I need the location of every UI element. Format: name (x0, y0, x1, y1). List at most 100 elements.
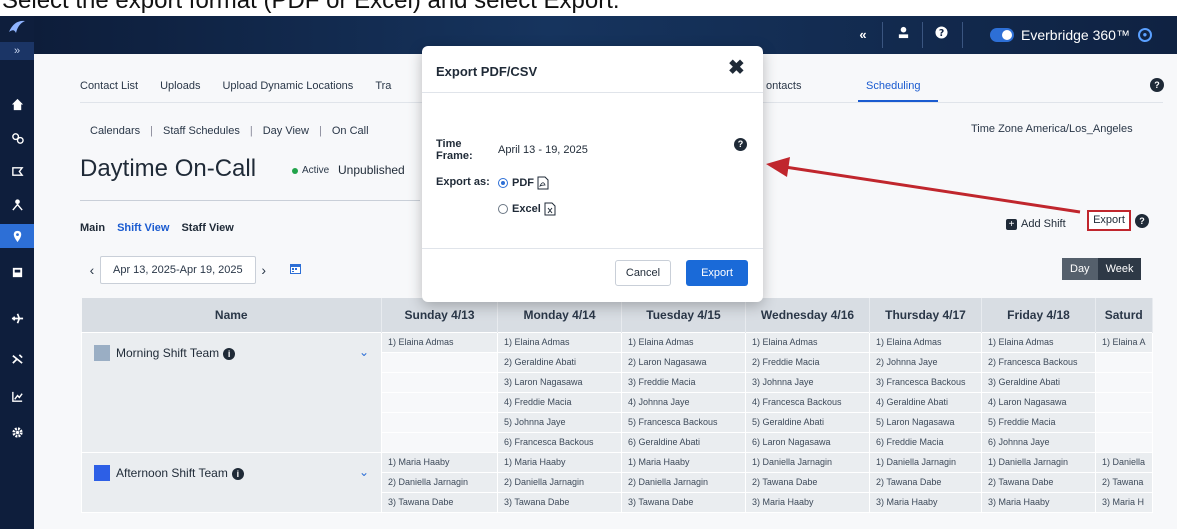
tab-contacts[interactable]: ontacts (766, 80, 801, 92)
shift-cell[interactable]: 5) Laron Nagasawa (869, 411, 982, 433)
shift-cell[interactable]: 6) Francesca Backous (497, 431, 622, 453)
shift-cell[interactable]: 1) Daniella Jarnagin (745, 451, 870, 473)
shift-cell[interactable]: 3) Maria Haaby (981, 491, 1096, 513)
travel-icon[interactable] (0, 306, 34, 330)
notifications-icon[interactable] (0, 159, 34, 183)
view-staff[interactable]: Staff View (181, 222, 233, 234)
add-shift-button[interactable]: + Add Shift (1006, 218, 1066, 230)
nav-day-view[interactable]: Day View (263, 125, 309, 137)
tab-upload-dynamic-locations[interactable]: Upload Dynamic Locations (222, 80, 353, 92)
expand-nav-icon[interactable]: » (0, 42, 34, 60)
team-name[interactable]: Afternoon Shift Team (116, 466, 228, 480)
shift-cell[interactable]: 6) Johnna Jaye (981, 431, 1096, 453)
shift-cell[interactable]: 5) Geraldine Abati (745, 411, 870, 433)
shift-cell[interactable]: 1) Daniella (1095, 451, 1153, 473)
shift-cell[interactable]: 5) Johnna Jaye (497, 411, 622, 433)
shift-cell[interactable]: 3) Tawana Dabe (381, 491, 498, 513)
help-icon[interactable]: ? (932, 26, 950, 44)
collapse-icon[interactable]: « (854, 26, 872, 44)
tab-truncated[interactable]: Tra (375, 80, 391, 92)
next-week-icon[interactable]: › (256, 262, 272, 278)
view-main[interactable]: Main (80, 222, 105, 234)
shift-cell[interactable]: 3) Maria Haaby (869, 491, 982, 513)
pdf-radio[interactable] (498, 178, 508, 188)
nav-on-call[interactable]: On Call (332, 125, 369, 137)
shift-cell[interactable]: 1) Elaina Admas (745, 331, 870, 353)
brand-toggle[interactable] (990, 28, 1014, 42)
page-help-icon[interactable]: ? (1150, 78, 1164, 92)
export-button[interactable]: Export (1087, 210, 1131, 231)
shift-cell[interactable]: 3) Geraldine Abati (981, 371, 1096, 393)
excel-radio[interactable] (498, 204, 508, 214)
shift-cell[interactable]: 4) Francesca Backous (745, 391, 870, 413)
shift-cell[interactable]: 3) Tawana Dabe (497, 491, 622, 513)
team-name[interactable]: Morning Shift Team (116, 346, 219, 360)
shift-cell[interactable]: 1) Elaina A (1095, 331, 1153, 353)
option-pdf[interactable]: PDF (498, 176, 549, 190)
shift-cell[interactable]: 4) Johnna Jaye (621, 391, 746, 413)
dashboard-icon[interactable] (0, 260, 34, 284)
shift-cell[interactable]: 5) Francesca Backous (621, 411, 746, 433)
shift-cell[interactable]: 1) Elaina Admas (497, 331, 622, 353)
settings-icon[interactable] (0, 420, 34, 444)
home-icon[interactable] (0, 92, 34, 116)
view-shift[interactable]: Shift View (117, 222, 169, 234)
shift-cell[interactable]: 1) Maria Haaby (381, 451, 498, 473)
shift-cell[interactable]: 2) Laron Nagasawa (621, 351, 746, 373)
shift-cell[interactable]: 1) Elaina Admas (869, 331, 982, 353)
shift-cell[interactable]: 1) Daniella Jarnagin (981, 451, 1096, 473)
shift-cell[interactable]: 6) Freddie Macia (869, 431, 982, 453)
calendar-icon[interactable] (289, 262, 302, 275)
shift-cell[interactable]: 2) Tawana Dabe (869, 471, 982, 493)
shift-cell[interactable]: 1) Elaina Admas (621, 331, 746, 353)
shift-cell[interactable]: 6) Laron Nagasawa (745, 431, 870, 453)
shift-cell[interactable]: 4) Freddie Macia (497, 391, 622, 413)
shift-cell[interactable]: 4) Laron Nagasawa (981, 391, 1096, 413)
tab-uploads[interactable]: Uploads (160, 80, 200, 92)
chevron-down-icon[interactable]: ⌄ (359, 345, 369, 359)
brand-switcher[interactable]: Everbridge 360™ ● (990, 27, 1152, 43)
tab-scheduling[interactable]: Scheduling (866, 80, 920, 92)
shift-cell[interactable]: 1) Elaina Admas (981, 331, 1096, 353)
shift-cell[interactable]: 2) Francesca Backous (981, 351, 1096, 373)
incidents-icon[interactable] (0, 192, 34, 216)
shift-cell[interactable]: 6) Geraldine Abati (621, 431, 746, 453)
shift-cell[interactable]: 1) Elaina Admas (381, 331, 498, 353)
shift-cell[interactable]: 2) Freddie Macia (745, 351, 870, 373)
shift-cell[interactable]: 2) Tawana Dabe (981, 471, 1096, 493)
export-help-icon[interactable]: ? (1135, 214, 1149, 228)
tab-contact-list[interactable]: Contact List (80, 80, 138, 92)
shift-cell[interactable]: 3) Johnna Jaye (745, 371, 870, 393)
info-icon[interactable]: i (231, 467, 244, 480)
toggle-week[interactable]: Week (1097, 258, 1142, 280)
shift-cell[interactable]: 2) Daniella Jarnagin (381, 471, 498, 493)
shift-cell[interactable]: 2) Tawana Dabe (745, 471, 870, 493)
nav-staff-schedules[interactable]: Staff Schedules (163, 125, 240, 137)
shift-cell[interactable]: 3) Tawana Dabe (621, 491, 746, 513)
shift-cell[interactable]: 3) Francesca Backous (869, 371, 982, 393)
shift-cell[interactable]: 1) Maria Haaby (621, 451, 746, 473)
shift-cell[interactable]: 3) Laron Nagasawa (497, 371, 622, 393)
shift-cell[interactable]: 2) Daniella Jarnagin (621, 471, 746, 493)
everbridge-logo-icon[interactable] (6, 16, 28, 38)
shift-cell[interactable]: 2) Tawana (1095, 471, 1153, 493)
contacts-icon[interactable] (0, 126, 34, 150)
chevron-down-icon[interactable]: ⌄ (359, 465, 369, 479)
nav-calendars[interactable]: Calendars (90, 125, 140, 137)
brand-info-icon[interactable]: ● (1137, 28, 1152, 42)
shift-cell[interactable]: 2) Daniella Jarnagin (497, 471, 622, 493)
analytics-icon[interactable] (0, 384, 34, 408)
shift-cell[interactable]: 4) Geraldine Abati (869, 391, 982, 413)
modal-help-icon[interactable]: ? (734, 138, 747, 151)
shift-cell[interactable]: 2) Geraldine Abati (497, 351, 622, 373)
shift-cell[interactable]: 2) Johnna Jaye (869, 351, 982, 373)
shift-cell[interactable]: 1) Maria Haaby (497, 451, 622, 473)
close-icon[interactable]: ✖ (728, 58, 745, 78)
date-range-field[interactable]: Apr 13, 2025-Apr 19, 2025 (100, 256, 256, 284)
location-pin-icon[interactable] (0, 224, 34, 248)
shift-cell[interactable]: 5) Freddie Macia (981, 411, 1096, 433)
option-excel[interactable]: Excel (498, 202, 556, 216)
user-icon[interactable] (894, 26, 912, 44)
info-icon[interactable]: i (223, 347, 236, 360)
toggle-day[interactable]: Day (1062, 258, 1098, 280)
